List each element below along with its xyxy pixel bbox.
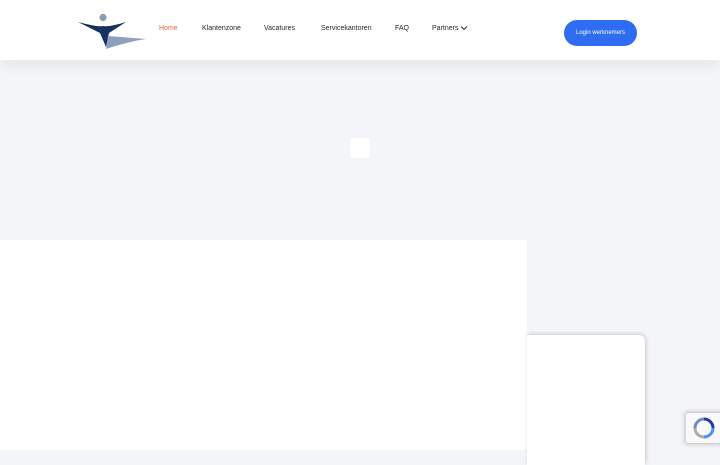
nav-home[interactable]: Home xyxy=(159,24,178,33)
nav-klantenzone[interactable]: Klantenzone xyxy=(202,24,241,33)
nav-partners[interactable]: Partners xyxy=(432,24,468,33)
login-werknemers-button[interactable]: Login werknemers xyxy=(564,20,637,46)
nav-faq[interactable]: FAQ xyxy=(395,24,409,33)
recaptcha-badge[interactable] xyxy=(685,412,720,444)
chevron-down-icon xyxy=(461,26,468,31)
nav-vacatures[interactable]: Vacatures xyxy=(264,24,295,33)
site-header: Home Klantenzone Vacatures Servicekantor… xyxy=(0,0,720,60)
content-card xyxy=(527,335,645,465)
loading-placeholder xyxy=(350,138,370,158)
nav-partners-label: Partners xyxy=(432,25,459,32)
recaptcha-icon xyxy=(693,417,715,439)
content-panel xyxy=(0,240,527,450)
nav-servicekantoren[interactable]: Servicekantoren xyxy=(321,24,372,33)
brand-logo[interactable] xyxy=(76,13,148,51)
